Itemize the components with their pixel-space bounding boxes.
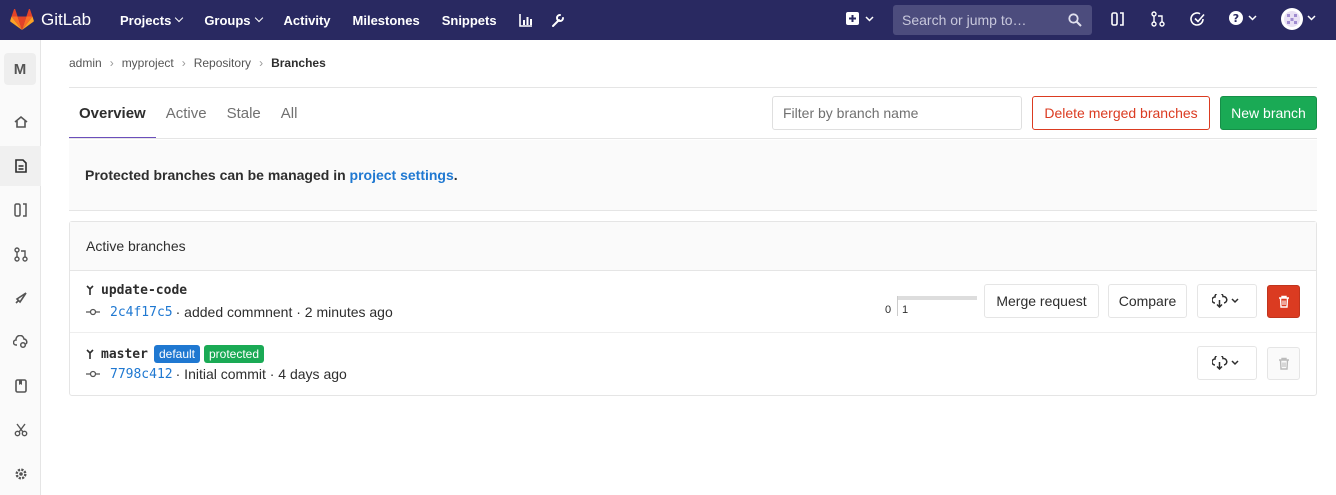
panel-title: Active branches [70,222,1316,271]
breadcrumb-admin[interactable]: admin [69,56,102,70]
download-icon [1212,294,1239,308]
merge-requests-icon[interactable] [1151,11,1165,30]
protected-branches-info: Protected branches can be managed in pro… [69,140,1317,211]
gitlab-tanuki-icon [10,9,34,30]
breadcrumb-project[interactable]: myproject [122,56,174,70]
wrench-icon[interactable] [551,13,565,28]
nav-projects[interactable]: Projects [120,12,184,28]
info-text: Protected branches can be managed in [85,167,350,183]
sidebar-item-merge-requests[interactable] [0,234,41,274]
user-avatar-dropdown[interactable] [1281,8,1321,35]
tab-stale[interactable]: Stale [217,96,271,139]
behind-count: 0 [885,304,892,316]
active-branches-panel: Active branches update-code 2c4f17c5 · a… [69,221,1317,396]
commit-sha[interactable]: 7798c412 [110,367,173,382]
help-dropdown[interactable]: ? [1229,11,1261,30]
project-settings-link[interactable]: project settings [350,167,454,183]
nav-milestones[interactable]: Milestones [353,13,420,28]
new-branch-button[interactable]: New branch [1220,96,1317,130]
chevron-right-icon: › [259,56,264,70]
new-item-dropdown[interactable] [846,11,876,32]
search-input[interactable]: Search or jump to… [893,5,1092,35]
branch-row: update-code 2c4f17c5 · added commnent · … [70,271,1316,333]
project-avatar[interactable]: M [4,53,36,85]
branch-name[interactable]: update-code [101,283,187,298]
rocket-icon [14,292,27,304]
sidebar-item-settings[interactable] [0,454,41,494]
nav-projects-label: Projects [120,12,172,28]
ahead-count: 1 [902,304,909,316]
document-icon [14,159,27,173]
brand-name: GitLab [41,10,92,29]
home-icon [13,115,28,128]
info-period: . [453,167,458,183]
tabs-divider [69,138,1317,139]
divergence-bar [897,296,977,300]
sidebar-item-ci-cd[interactable] [0,278,41,318]
branch-tabs: Overview Active Stale All [69,96,307,139]
commit-icon [86,308,100,316]
cloud-gear-icon [12,335,27,349]
trash-icon [1278,295,1289,308]
top-navbar: GitLab Projects Groups Activity Mileston… [0,0,1336,40]
protected-badge: protected [204,345,265,363]
sidebar-item-issues[interactable] [0,190,41,230]
issues-icon [13,203,27,217]
breadcrumb-branches[interactable]: Branches [271,56,326,70]
default-badge: default [153,345,200,363]
tab-active[interactable]: Active [156,96,217,139]
breadcrumb: admin › myproject › Repository › Branche… [69,56,326,70]
chevron-right-icon: › [109,56,114,70]
branch-row: master default protected 7798c412 · Init… [70,333,1316,395]
scissors-icon [14,423,27,437]
delete-branch-button[interactable] [1267,285,1300,318]
commit-message: · added commnent · 2 minutes ago [175,304,393,320]
sidebar-item-operations[interactable] [0,322,41,362]
breadcrumb-repository[interactable]: Repository [194,56,251,70]
sidebar-item-overview[interactable] [0,102,41,142]
chart-icon[interactable] [518,13,533,27]
book-icon [14,379,27,393]
sidebar-item-wiki[interactable] [0,366,41,406]
sidebar-item-snippets[interactable] [0,410,41,450]
branch-name[interactable]: master [101,347,148,362]
divergence-separator [897,296,898,316]
sidebar-item-repository[interactable] [0,146,41,186]
chevron-down-icon [175,13,184,23]
todos-icon[interactable] [1190,11,1206,30]
download-dropdown[interactable] [1197,284,1257,318]
merge-request-button[interactable]: Merge request [984,284,1099,318]
issues-icon[interactable] [1111,11,1125,30]
nav-groups[interactable]: Groups [204,12,263,28]
compare-button[interactable]: Compare [1108,284,1187,318]
gitlab-logo[interactable]: GitLab [10,9,110,31]
search-icon [1068,13,1082,27]
merge-request-icon [13,246,28,262]
tab-overview[interactable]: Overview [69,96,156,139]
nav-groups-label: Groups [204,12,251,28]
commit-message: · Initial commit · 4 days ago [175,366,347,382]
breadcrumb-divider [69,87,1317,88]
search-placeholder: Search or jump to… [902,12,1027,28]
delete-branch-button-disabled[interactable] [1267,347,1300,380]
trash-icon [1278,357,1289,370]
delete-merged-branches-button[interactable]: Delete merged branches [1032,96,1210,130]
filter-branch-input[interactable]: Filter by branch name [772,96,1022,130]
tab-all[interactable]: All [271,96,308,139]
divergence-graph: 0 1 [885,295,978,319]
branch-icon [86,348,94,359]
chevron-down-icon [254,13,263,23]
nav-activity[interactable]: Activity [284,13,331,28]
nav-snippets[interactable]: Snippets [442,13,497,28]
svg-text:?: ? [1233,12,1239,25]
branch-icon [86,285,94,295]
download-dropdown[interactable] [1197,346,1257,380]
download-icon [1212,356,1239,370]
filter-placeholder: Filter by branch name [783,105,919,121]
gear-icon [14,468,27,480]
commit-icon [86,370,100,378]
project-sidebar: M [0,40,41,495]
chevron-right-icon: › [181,56,186,70]
commit-sha[interactable]: 2c4f17c5 [110,305,173,320]
